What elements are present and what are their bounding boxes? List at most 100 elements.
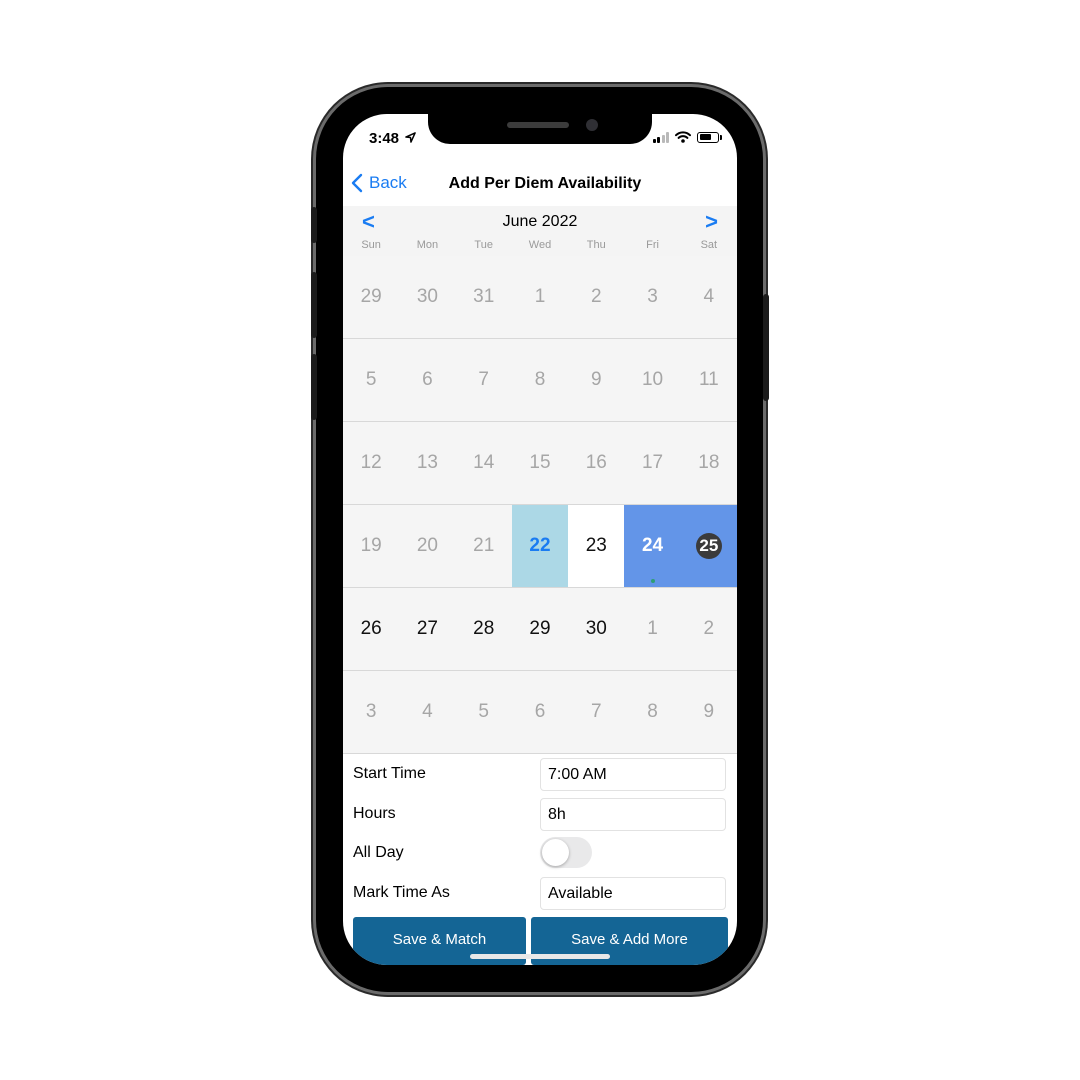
calendar-week-row: 29 30 31 1 2 3 4 [343,256,737,339]
calendar-day[interactable]: 3 [624,256,680,338]
calendar-day-number: 20 [416,535,438,556]
home-indicator [470,954,610,959]
weekday-label: Thu [586,239,606,251]
calendar-day-number: 27 [416,618,438,639]
calendar-day-number: 22 [529,535,551,556]
calendar-day[interactable]: 30 [399,256,455,338]
cellular-signal-icon [652,131,669,143]
calendar-day[interactable]: 6 [399,339,455,421]
speaker [507,122,569,128]
calendar-day[interactable]: 10 [624,339,680,421]
calendar-day[interactable]: 1 [512,256,568,338]
calendar-day-number: 5 [478,701,489,722]
calendar-day[interactable]: 9 [681,671,737,753]
mark-time-field[interactable]: Available [540,877,726,910]
start-time-label: Start Time [353,765,426,782]
calendar-day[interactable]: 8 [512,339,568,421]
next-month-button[interactable]: > [705,209,718,235]
calendar-day[interactable]: 7 [456,339,512,421]
all-day-label: All Day [353,844,404,861]
calendar-day[interactable]: 9 [568,339,624,421]
calendar-day[interactable]: 6 [512,671,568,753]
calendar-day[interactable]: 30 [568,588,625,670]
calendar-day-number: 4 [422,701,433,722]
front-camera [586,119,598,131]
location-arrow-icon [405,132,417,143]
calendar-day[interactable]: 29 [343,256,399,338]
calendar-day[interactable]: 2 [681,588,737,670]
weekday-label: Tue [474,239,493,251]
weekday-label: Wed [528,239,552,251]
weekday-row: Sun Mon Tue Wed Thu Fri Sat [343,239,737,251]
weekday-label: Fri [646,239,659,251]
calendar-day-number: 29 [360,286,382,307]
calendar-day[interactable]: 15 [512,422,568,504]
calendar-day[interactable]: 5 [456,671,512,753]
hours-field[interactable]: 8h [540,798,726,831]
calendar-day-number: 6 [534,701,546,722]
calendar-day[interactable]: 19 [343,505,399,587]
calendar-day-number: 21 [473,535,495,556]
calendar-day[interactable]: 18 [681,422,737,504]
calendar-day[interactable]: 5 [343,339,399,421]
calendar-day-number: 29 [529,618,551,639]
calendar-day-number: 11 [698,369,719,390]
calendar-day[interactable]: 16 [568,422,624,504]
mark-time-label: Mark Time As [353,884,450,901]
calendar-day-number: 4 [703,286,715,307]
calendar-day[interactable]: 14 [456,422,512,504]
calendar-day[interactable]: 4 [399,671,455,753]
calendar-day-number: 19 [360,535,382,556]
calendar-day[interactable]: 7 [568,671,624,753]
weekday-label: Mon [416,239,439,251]
navigation-bar: Back Add Per Diem Availability [343,164,737,207]
calendar-header: < June 2022 > Sun Mon Tue Wed Thu Fri Sat [343,206,737,257]
calendar-week-row: 19 20 21 22 23 24 25 [343,505,737,588]
calendar-day[interactable]: 4 [681,256,737,338]
calendar-day-number: 5 [365,369,377,390]
calendar-day[interactable]: 25 [680,505,737,587]
calendar-day[interactable]: 21 [456,505,512,587]
start-time-row: Start Time 7:00 AM [343,756,737,792]
calendar-day[interactable]: 17 [624,422,680,504]
calendar-day-number: 17 [641,452,664,473]
calendar-day-number: 15 [529,452,551,473]
calendar-grid: 29 30 31 1 2 3 4 5 6 7 8 9 10 11 12 13 14 15 16 17 18 19 20 21 2… [343,256,737,754]
calendar-day[interactable]: 28 [455,588,512,670]
calendar-day-number: 31 [473,286,495,307]
calendar-day[interactable]: 23 [568,505,625,587]
calendar-day-number: 18 [698,452,720,473]
all-day-toggle[interactable] [540,837,592,868]
phone-screen: 3:48 Back Add Per Diem Availability < Ju… [343,114,737,965]
calendar-week-row: 5 6 7 8 9 10 11 [343,339,737,422]
mark-time-row: Mark Time As Available [343,875,737,911]
calendar-day[interactable]: 29 [511,588,569,670]
calendar-day[interactable]: 11 [681,339,737,421]
status-time: 3:48 [369,130,417,147]
calendar-day[interactable]: 20 [399,505,455,587]
calendar-day[interactable]: 12 [343,422,399,504]
start-time-field[interactable]: 7:00 AM [540,758,726,791]
calendar-day[interactable]: 22 [511,505,569,587]
calendar-day[interactable]: 2 [568,256,624,338]
notch [428,114,652,144]
calendar-day[interactable]: 8 [624,671,680,753]
calendar-day-number: 8 [534,369,546,390]
volume-down-button [311,354,317,420]
silent-switch [311,207,317,243]
status-icons [652,131,722,143]
calendar-week-row: 12 13 14 15 16 17 18 [343,422,737,505]
wifi-icon [675,131,691,143]
calendar-day[interactable]: 3 [343,671,399,753]
calendar-day[interactable]: 27 [399,588,456,670]
status-time-text: 3:48 [369,130,400,147]
calendar-day[interactable]: 1 [624,588,680,670]
calendar-day[interactable]: 24 [624,505,681,587]
toggle-knob [542,839,569,866]
month-label: June 2022 [502,213,578,230]
calendar-day[interactable]: 26 [343,588,400,670]
calendar-day-number: 16 [585,452,607,473]
calendar-day[interactable]: 31 [456,256,512,338]
calendar-day-number: 2 [590,286,602,307]
calendar-day[interactable]: 13 [399,422,455,504]
